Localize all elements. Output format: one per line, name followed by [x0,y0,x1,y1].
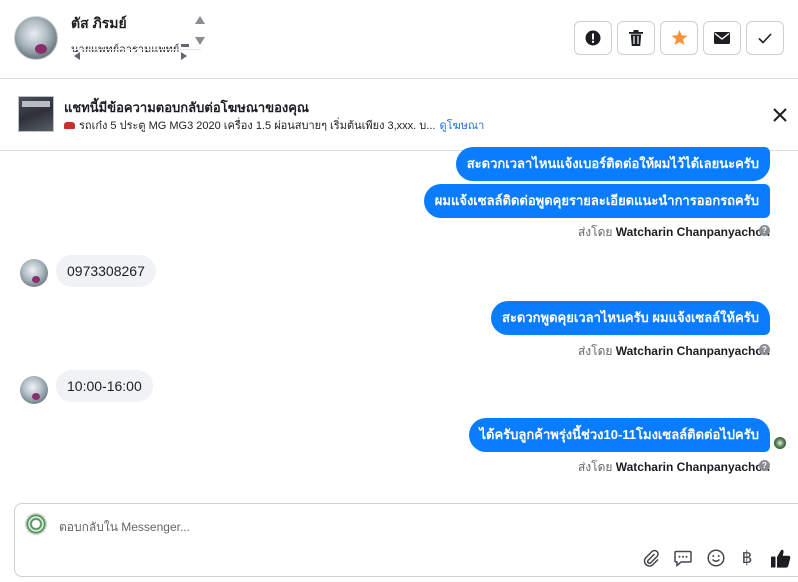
saved-replies-button[interactable] [673,548,693,568]
view-ad-link[interactable]: ดูโฆษณา [439,120,484,132]
reply-input[interactable] [59,518,659,536]
help-icon[interactable]: ? [759,344,770,355]
attach-button[interactable] [641,548,661,568]
help-icon[interactable]: ? [759,225,770,236]
avatar-flower [35,44,47,54]
contact-avatar-small [20,259,48,287]
avatar-flower [32,393,40,400]
star-button[interactable] [660,21,698,55]
speech-bubble-icon [674,550,692,567]
close-icon[interactable] [770,105,790,125]
report-spam-button[interactable] [574,21,612,55]
emoji-button[interactable] [706,548,726,568]
baht-payment-icon[interactable]: ฿ [737,548,757,568]
ad-banner-title: แชทนี้มีข้อความตอบกลับต่อโฆษณาของคุณ [64,100,309,115]
scroll-left-arrow-icon[interactable] [74,52,80,60]
sender-name: Watcharin Chanpanyachon [615,225,770,239]
mark-done-button[interactable] [746,21,784,55]
sender-name: Watcharin Chanpanyachon [615,344,770,358]
car-icon [64,122,75,129]
message-outgoing[interactable]: สะดวกพูดคุยเวลาไหนครับ ผมแจ้งเซลล์ให้ครั… [491,301,770,335]
thumbnail-detail [22,101,50,107]
like-button[interactable] [769,548,793,568]
conversation-header: ตัส ภิรมย์ นายแพทย์อารามแพทย์ [0,0,798,79]
thumbs-up-icon [771,549,791,568]
sent-by-prefix: ส่งโดย [577,344,613,358]
message-outgoing[interactable]: ผมแจ้งเซลล์ติดต่อพูดคุยรายละเอียดแนะนำกา… [423,184,770,218]
mark-unread-button[interactable] [703,21,741,55]
message-outgoing[interactable]: สะดวกเวลาไหนแจ้งเบอร์ติดต่อให้ผมไว้ได้เล… [455,147,770,181]
paperclip-icon [643,549,659,567]
alert-icon [585,30,601,46]
ad-thumbnail[interactable] [18,96,54,132]
scroll-right-arrow-icon[interactable] [181,52,187,60]
reply-composer: ฿ [14,503,798,577]
ad-context-banner: แชทนี้มีข้อความตอบกลับต่อโฆษณาของคุณ รถเ… [0,79,798,151]
smiley-icon [707,549,725,567]
sent-by-prefix: ส่งโดย [577,225,613,239]
contact-name[interactable]: ตัส ภิรมย์ [71,13,127,35]
message-incoming[interactable]: 10:00-16:00 [56,370,153,402]
contact-avatar-small [20,376,48,404]
sent-by-label: ส่งโดย Watcharin Chanpanyachon [578,342,770,361]
delete-button[interactable] [617,21,655,55]
scroll-down-arrow-icon[interactable] [195,37,205,45]
sent-by-label: ส่งโดย Watcharin Chanpanyachon [578,458,770,477]
envelope-icon [714,32,730,44]
ad-description: รถเก๋ง 5 ประตู MG MG3 2020 เครื่อง 1.5 ผ… [79,120,436,132]
sent-by-label: ส่งโดย Watcharin Chanpanyachon [578,223,770,242]
contact-avatar[interactable] [14,16,58,60]
sender-name: Watcharin Chanpanyachon [615,460,770,474]
scroll-thumb[interactable] [181,44,189,47]
sent-by-prefix: ส่งโดย [577,460,613,474]
help-icon[interactable]: ? [759,460,770,471]
trash-icon [629,30,643,46]
scroll-up-arrow-icon[interactable] [195,16,205,24]
checkmark-icon [758,32,772,44]
seen-indicator-avatar [774,437,786,449]
message-outgoing[interactable]: ได้ครับลูกค้าพรุ่งนี้ช่วง10-11โมงเซลล์ติ… [468,418,770,452]
ad-description-line: รถเก๋ง 5 ประตู MG MG3 2020 เครื่อง 1.5 ผ… [64,116,484,134]
page-avatar [25,513,47,535]
star-icon [671,30,687,46]
message-incoming[interactable]: 0973308267 [56,255,156,287]
avatar-flower [32,276,40,283]
